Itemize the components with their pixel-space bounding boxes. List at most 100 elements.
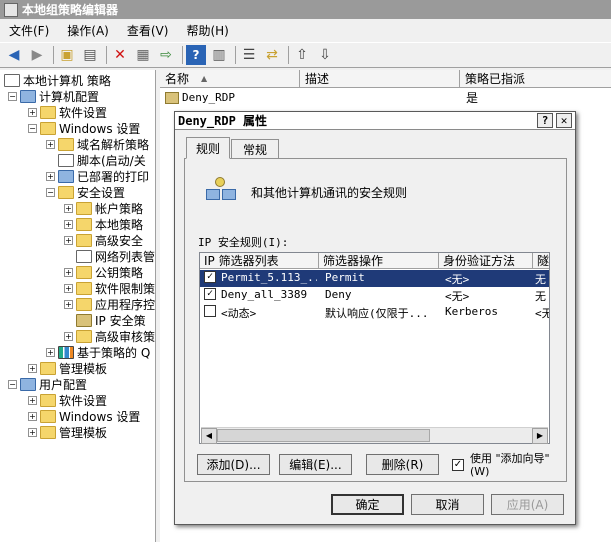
tree-public-key[interactable]: + 公钥策略: [64, 264, 143, 280]
expand-icon[interactable]: +: [46, 139, 55, 149]
tree-user-config[interactable]: − 用户配置: [8, 376, 87, 392]
rule-row[interactable]: ✓ Deny_all_3389 Deny <无> 无: [200, 287, 549, 304]
use-wizard-checkbox[interactable]: ✓: [452, 459, 464, 471]
export-list-icon[interactable]: ⇨: [156, 45, 176, 65]
scroll-thumb[interactable]: [217, 429, 430, 442]
up-folder-icon[interactable]: ▣: [57, 45, 77, 65]
close-button[interactable]: ✕: [556, 113, 572, 128]
expand-icon[interactable]: +: [46, 171, 55, 181]
tree-windows-settings[interactable]: − Windows 设置: [28, 120, 140, 136]
edit-rule-button[interactable]: 编辑(E)...: [279, 454, 352, 475]
header-label: 策略已指派: [465, 72, 526, 86]
expand-icon[interactable]: +: [64, 331, 73, 341]
expand-icon[interactable]: +: [64, 267, 73, 277]
folder-icon: [76, 233, 92, 247]
expand-icon[interactable]: +: [64, 299, 73, 309]
menu-help[interactable]: 帮助(H): [177, 22, 237, 39]
apply-button[interactable]: 应用(A): [491, 494, 564, 515]
tree-scripts[interactable]: 脚本(启动/关: [46, 152, 146, 168]
assign-icon[interactable]: ⇄: [262, 45, 282, 65]
tree-user-windows[interactable]: + Windows 设置: [28, 408, 140, 424]
network-computers-icon: [206, 177, 238, 207]
collapse-icon[interactable]: −: [8, 91, 17, 101]
add-rule-button[interactable]: 添加(D)...: [197, 454, 270, 475]
expand-icon[interactable]: +: [64, 219, 73, 229]
column-header-ip-filter[interactable]: IP 筛选器列表: [200, 253, 319, 269]
expand-icon[interactable]: +: [46, 347, 55, 357]
collapse-icon[interactable]: −: [46, 187, 55, 197]
tree-admin-templates[interactable]: + 管理模板: [28, 360, 107, 376]
scroll-left-icon[interactable]: ◀: [201, 428, 217, 444]
tree-software-settings[interactable]: + 软件设置: [28, 104, 107, 120]
column-header-tunnel[interactable]: 隧: [533, 253, 549, 269]
expand-icon[interactable]: +: [64, 203, 73, 213]
expand-icon[interactable]: +: [28, 411, 37, 421]
tree-ip-security[interactable]: IP 安全策: [64, 312, 146, 328]
tree-deployed-printers[interactable]: + 已部署的打印: [46, 168, 149, 184]
help-icon[interactable]: ?: [186, 45, 206, 65]
back-arrow-icon[interactable]: ◀: [4, 45, 24, 65]
expand-icon[interactable]: +: [64, 283, 73, 293]
list-row[interactable]: Deny_RDP 是: [160, 89, 611, 106]
unassign-icon[interactable]: ⇩: [315, 45, 335, 65]
menu-action[interactable]: 操作(A): [58, 22, 118, 39]
pin-icon[interactable]: ⇧: [292, 45, 312, 65]
tab-rules[interactable]: 规则: [186, 137, 230, 159]
properties-icon[interactable]: ▦: [133, 45, 153, 65]
rule-row[interactable]: <动态> 默认响应(仅限于... Kerberos <无: [200, 304, 549, 321]
collapse-icon[interactable]: −: [28, 123, 37, 133]
tree-user-software[interactable]: + 软件设置: [28, 392, 107, 408]
menu-view[interactable]: 查看(V): [118, 22, 178, 39]
cancel-button[interactable]: 取消: [411, 494, 484, 515]
show-hide-tree-icon[interactable]: ▤: [80, 45, 100, 65]
tree-advanced-security[interactable]: + 高级安全: [64, 232, 143, 248]
tree-advanced-audit[interactable]: + 高级审核策: [64, 328, 155, 344]
expand-icon[interactable]: +: [28, 107, 37, 117]
tree-local-policies[interactable]: + 本地策略: [64, 216, 143, 232]
expand-icon[interactable]: +: [28, 395, 37, 405]
collapse-icon[interactable]: −: [8, 379, 17, 389]
action-pane-icon[interactable]: ▥: [209, 45, 229, 65]
column-header-name[interactable]: 名称 ▲: [160, 70, 300, 88]
rule-action: Deny: [325, 288, 352, 301]
policy-icon[interactable]: ☰: [239, 45, 259, 65]
tree-label: 网络列表管: [95, 249, 156, 264]
rules-list: IP 筛选器列表 筛选器操作 身份验证方法 隧 ✓ Permit_5.113_.…: [199, 252, 550, 444]
tree-software-restriction[interactable]: + 软件限制策: [64, 280, 155, 296]
ok-button[interactable]: 确定: [331, 494, 404, 515]
column-header-auth[interactable]: 身份验证方法: [439, 253, 533, 269]
expand-icon[interactable]: +: [64, 235, 73, 245]
horizontal-scrollbar[interactable]: ◀ ▶: [201, 427, 548, 444]
tree-computer-config[interactable]: − 计算机配置: [8, 88, 99, 104]
column-header-desc[interactable]: 描述: [300, 70, 460, 88]
rule-checkbox[interactable]: ✓: [204, 271, 216, 283]
tree-qos[interactable]: + 基于策略的 Q: [46, 344, 150, 360]
rule-checkbox[interactable]: [204, 305, 216, 317]
tree-security-settings[interactable]: − 安全设置: [46, 184, 125, 200]
toolbar-separator: [53, 46, 54, 64]
toolbar: ◀ ▶ ▣ ▤ ✕ ▦ ⇨ ? ▥ ☰ ⇄ ⇧ ⇩: [0, 42, 611, 68]
delete-icon[interactable]: ✕: [110, 45, 130, 65]
tree-user-admin[interactable]: + 管理模板: [28, 424, 107, 440]
scroll-right-icon[interactable]: ▶: [532, 428, 548, 444]
tree-root[interactable]: 本地计算机 策略: [4, 72, 111, 88]
tree-account-policies[interactable]: + 帐户策略: [64, 200, 143, 216]
tree-app-control[interactable]: + 应用程序控: [64, 296, 155, 312]
remove-rule-button[interactable]: 删除(R): [366, 454, 439, 475]
forward-arrow-icon[interactable]: ▶: [27, 45, 47, 65]
folder-icon: [76, 281, 92, 295]
use-wizard-option[interactable]: ✓ 使用 "添加向导"(W): [452, 452, 568, 480]
tree-name-resolution[interactable]: + 域名解析策略: [46, 136, 149, 152]
expand-icon[interactable]: +: [28, 363, 37, 373]
rule-checkbox[interactable]: ✓: [204, 288, 216, 300]
column-header-filter-action[interactable]: 筛选器操作: [319, 253, 439, 269]
column-header-assigned[interactable]: 策略已指派: [460, 70, 611, 88]
tab-general[interactable]: 常规: [231, 139, 279, 159]
menu-file[interactable]: 文件(F): [0, 22, 58, 39]
rule-auth: Kerberos: [445, 305, 498, 318]
tree-network-list[interactable]: 网络列表管: [64, 248, 155, 264]
header-label: 描述: [305, 72, 330, 86]
rule-row-selected[interactable]: ✓ Permit_5.113_... Permit <无> 无: [200, 270, 549, 287]
expand-icon[interactable]: +: [28, 427, 37, 437]
help-button[interactable]: ?: [537, 113, 553, 128]
